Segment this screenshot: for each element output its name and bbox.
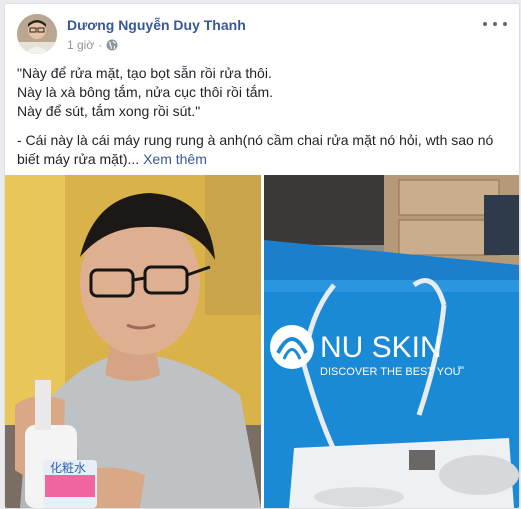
more-options-icon[interactable] [483, 16, 507, 32]
post-line: "Này để rửa mặt, tạo bọt sẵn rồi rửa thô… [17, 65, 272, 81]
post-line: Này để sút, tắm xong rồi sút." [17, 103, 201, 119]
separator-dot: · [98, 38, 103, 52]
brand-tagline-tm: ™ [457, 366, 464, 373]
bottle-label: 化粧水 [50, 461, 86, 475]
post-text: "Này để rửa mặt, tạo bọt sẵn rồi rửa thô… [17, 64, 507, 169]
post-meta: 1 giờ · [67, 38, 118, 52]
post-time[interactable]: 1 giờ [67, 38, 94, 52]
feed-post: Dương Nguyễn Duy Thanh 1 giờ · "Này để r… [4, 3, 520, 509]
post-line-end: biết máy rửa mặt)... [17, 151, 140, 167]
nuskin-logo-icon [270, 325, 314, 369]
photo-left[interactable]: 化粧水 [5, 175, 261, 508]
post-line: - Cái này là cái máy rung rung à anh(nó … [17, 132, 494, 148]
post-line: Này là xà bông tắm, nửa cục thôi rồi tắm… [17, 84, 274, 100]
photo-grid: 化粧水 NU SKIN DISCOVER THE BEST YOU ™ [5, 175, 519, 508]
photo-right[interactable]: NU SKIN DISCOVER THE BEST YOU ™ [264, 175, 519, 508]
avatar[interactable] [17, 14, 57, 54]
post-header: Dương Nguyễn Duy Thanh 1 giờ · [17, 14, 507, 58]
post-line: biết máy rửa mặt)... Xem thêm [17, 150, 507, 169]
brand-tagline: DISCOVER THE BEST YOU [320, 366, 461, 378]
author-name[interactable]: Dương Nguyễn Duy Thanh [67, 17, 246, 33]
see-more-link[interactable]: Xem thêm [143, 151, 207, 167]
globe-icon[interactable] [106, 39, 118, 51]
brand-text: NU SKIN [320, 331, 442, 364]
